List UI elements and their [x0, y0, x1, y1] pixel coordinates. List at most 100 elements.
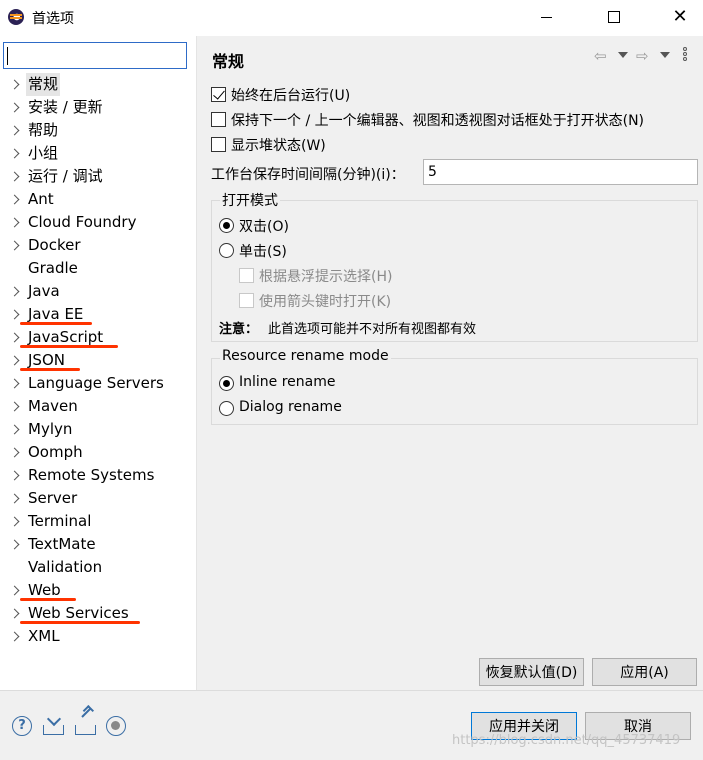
chevron-right-icon[interactable]	[10, 395, 20, 418]
chevron-right-icon[interactable]	[10, 464, 20, 487]
chevron-right-icon[interactable]	[10, 73, 20, 96]
tree-item-label: Maven	[28, 397, 78, 415]
apply-button[interactable]: 应用(A)	[592, 658, 697, 686]
tree-item[interactable]: Terminal	[0, 510, 197, 533]
tree-item-label: 帮助	[28, 121, 59, 139]
tree-item[interactable]: JSON	[0, 349, 197, 372]
chevron-right-icon[interactable]	[10, 372, 20, 395]
tree-item-label: Terminal	[28, 512, 92, 530]
tree-item[interactable]: JavaScript	[0, 326, 197, 349]
chevron-right-icon[interactable]	[10, 418, 20, 441]
checkbox-box[interactable]	[211, 87, 226, 102]
help-icon[interactable]: ?	[12, 716, 32, 736]
tree-item[interactable]: Maven	[0, 395, 197, 418]
chevron-right-icon[interactable]	[10, 303, 20, 326]
tree-item[interactable]: Java EE	[0, 303, 197, 326]
chevron-right-icon[interactable]	[10, 96, 20, 119]
tree-item[interactable]: XML	[0, 625, 197, 648]
tree-item[interactable]: 运行 / 调试	[0, 165, 197, 188]
chevron-right-icon[interactable]	[10, 142, 20, 165]
tree-item[interactable]: Web Services	[0, 602, 197, 625]
back-dropdown-icon[interactable]	[618, 52, 628, 58]
red-annotation-underline	[20, 345, 118, 348]
eclipse-logo-icon	[8, 9, 24, 25]
tree-item[interactable]: Web	[0, 579, 197, 602]
chevron-right-icon[interactable]	[10, 211, 20, 234]
chevron-right-icon[interactable]	[10, 625, 20, 648]
tree-item[interactable]: Ant	[0, 188, 197, 211]
radio-label: 双击(O)	[239, 219, 289, 235]
tree-item[interactable]: Mylyn	[0, 418, 197, 441]
chevron-right-icon[interactable]	[10, 349, 20, 372]
minimize-button[interactable]	[523, 0, 569, 34]
group-title: Resource rename mode	[220, 348, 391, 364]
tree-item-label: Java	[28, 282, 60, 300]
red-annotation-underline	[20, 322, 92, 325]
text-caret	[7, 47, 8, 65]
tree-item[interactable]: Docker	[0, 234, 197, 257]
tree-item[interactable]: 安装 / 更新	[0, 96, 197, 119]
tree-item[interactable]: Oomph	[0, 441, 197, 464]
window-title: 首选项	[32, 11, 74, 27]
tree-item-label: Cloud Foundry	[28, 213, 137, 231]
radio-button[interactable]	[219, 401, 234, 416]
tree-item[interactable]: TextMate	[0, 533, 197, 556]
chevron-right-icon[interactable]	[10, 119, 20, 142]
checkbox-label: 使用箭头键时打开(K)	[259, 294, 392, 310]
filter-input[interactable]	[3, 42, 187, 69]
checkbox-box[interactable]	[239, 268, 254, 283]
tree-item[interactable]: Cloud Foundry	[0, 211, 197, 234]
tree-item[interactable]: Remote Systems	[0, 464, 197, 487]
preferences-tree: 常规 安装 / 更新帮助小组 运行 / 调试 Ant Cloud Foundry Dock…	[0, 73, 197, 648]
tree-item-label: Mylyn	[28, 420, 73, 438]
red-annotation-underline	[20, 621, 140, 624]
checkbox-label: 显示堆状态(W)	[231, 138, 326, 154]
close-icon: ✕	[672, 6, 688, 27]
tree-item-label: Ant	[28, 190, 54, 208]
tree-item[interactable]: Java	[0, 280, 197, 303]
tree-item[interactable]: Server	[0, 487, 197, 510]
forward-arrow-icon[interactable]: ⇨	[636, 47, 649, 65]
tree-item[interactable]: 帮助	[0, 119, 197, 142]
tree-item[interactable]: 常规	[0, 73, 197, 96]
forward-dropdown-icon[interactable]	[660, 52, 670, 58]
tree-item-label: Remote Systems	[28, 466, 155, 484]
tree-item[interactable]: 小组	[0, 142, 197, 165]
chevron-right-icon[interactable]	[10, 533, 20, 556]
chevron-right-icon[interactable]	[10, 326, 20, 349]
import-icon[interactable]	[43, 711, 65, 736]
chevron-right-icon[interactable]	[10, 188, 20, 211]
chevron-right-icon[interactable]	[10, 280, 20, 303]
chevron-right-icon[interactable]	[10, 602, 20, 625]
export-icon[interactable]	[75, 707, 97, 736]
close-button[interactable]: ✕	[657, 0, 703, 34]
radio-button[interactable]	[219, 218, 234, 233]
tree-item[interactable]: Language Servers	[0, 372, 197, 395]
radio-button[interactable]	[219, 376, 234, 391]
checkbox-box[interactable]	[211, 112, 226, 127]
restore-defaults-button[interactable]: 恢复默认值(D)	[479, 658, 584, 686]
tree-item-label: Docker	[28, 236, 81, 254]
chevron-right-icon[interactable]	[10, 510, 20, 533]
footer-separator	[0, 690, 703, 691]
checkbox-box[interactable]	[239, 293, 254, 308]
save-interval-input[interactable]: 5	[423, 159, 698, 185]
red-annotation-underline	[20, 368, 80, 371]
chevron-right-icon[interactable]	[10, 579, 20, 602]
radio-button[interactable]	[219, 243, 234, 258]
checkbox-label: 保持下一个 / 上一个编辑器、视图和透视图对话框处于打开状态(N)	[231, 113, 645, 129]
chevron-right-icon[interactable]	[10, 234, 20, 257]
chevron-right-icon[interactable]	[10, 165, 20, 188]
tree-item-label: 常规	[26, 73, 61, 96]
group-title: 打开模式	[220, 190, 280, 210]
chevron-right-icon[interactable]	[10, 487, 20, 510]
tree-item[interactable]: Gradle	[0, 257, 197, 280]
tree-item[interactable]: Validation	[0, 556, 197, 579]
checkbox-box[interactable]	[211, 137, 226, 152]
red-annotation-underline	[20, 598, 76, 601]
maximize-button[interactable]	[591, 0, 637, 34]
view-menu-icon[interactable]	[682, 46, 688, 64]
chevron-right-icon[interactable]	[10, 441, 20, 464]
record-icon[interactable]	[106, 716, 126, 736]
back-arrow-icon[interactable]: ⇦	[594, 47, 607, 65]
